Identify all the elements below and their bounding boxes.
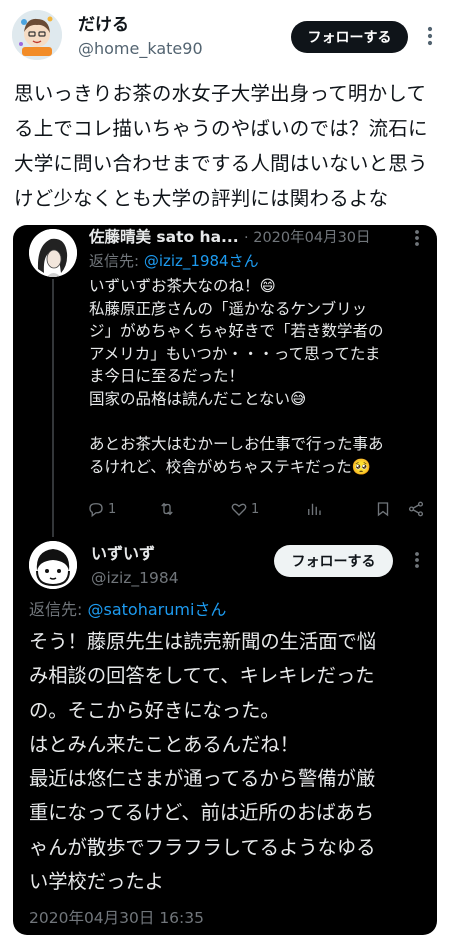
reply-action[interactable]: 1: [87, 497, 116, 521]
bookmark-action[interactable]: [374, 497, 392, 521]
like-icon: [231, 503, 247, 516]
second-reply-text: そう！藤原先生は読売新聞の生活面で悩 み相談の回答をしてて、キレキレだった の。…: [29, 630, 377, 894]
outer-tweet-text: 思いっきりお茶の水女子大学出身って明かして る上でコレ描いちゃうのやばいのでは？…: [14, 82, 428, 210]
first-reply-avatar[interactable]: [29, 229, 77, 277]
second-reply-replying-to: 返信先: @satoharumiさん: [29, 599, 226, 621]
first-reply-replying-to: 返信先: @iziz_1984さん: [89, 251, 259, 271]
reply-mention-link[interactable]: @satoharumiさん: [87, 600, 226, 619]
more-icon[interactable]: [418, 22, 442, 50]
first-reply-author-name[interactable]: 佐藤晴美 sato ha...: [89, 227, 239, 247]
analytics-action[interactable]: [305, 497, 323, 521]
outer-author-avatar[interactable]: [12, 10, 62, 60]
outer-author-handle[interactable]: @home_kate90: [78, 38, 203, 60]
more-icon[interactable]: [406, 549, 428, 571]
embedded-reply-thread[interactable]: 佐藤晴美 sato ha... · 2020年04月30日 返信先: @iziz…: [13, 225, 437, 935]
second-reply-timestamp[interactable]: 2020年04月30日 16:35: [29, 907, 204, 929]
first-reply-date[interactable]: · 2020年04月30日: [244, 228, 371, 248]
retweet-action[interactable]: [157, 497, 180, 521]
share-icon: [408, 501, 424, 517]
reply-icon: [89, 503, 103, 518]
second-reply-author-name[interactable]: いずいず: [91, 543, 155, 565]
reply-mention-link[interactable]: @iziz_1984さん: [144, 252, 259, 270]
bookmark-icon: [377, 502, 389, 517]
follow-button[interactable]: フォローする: [291, 21, 408, 53]
thread-connector-line: [52, 279, 54, 537]
like-count: 1: [251, 501, 260, 517]
more-icon[interactable]: [406, 227, 428, 249]
first-reply-text: いずいずお茶大なのね！😄 私藤原正彦さんの「遥かなるケンブリッ ジ」がめちゃくち…: [89, 277, 384, 476]
reply-prefix: 返信先:: [29, 600, 88, 619]
outer-author-name[interactable]: だける: [78, 14, 129, 36]
first-reply-action-bar: 1 1: [87, 497, 432, 521]
like-action[interactable]: 1: [230, 497, 259, 521]
second-reply-avatar[interactable]: [29, 541, 77, 589]
second-reply-author-handle[interactable]: @iziz_1984: [91, 567, 179, 589]
reply-count: 1: [108, 501, 117, 517]
retweet-icon: [161, 502, 173, 516]
follow-button[interactable]: フォローする: [274, 545, 393, 577]
analytics-icon: [308, 503, 321, 515]
reply-prefix: 返信先:: [89, 252, 144, 270]
share-action[interactable]: [407, 497, 425, 521]
